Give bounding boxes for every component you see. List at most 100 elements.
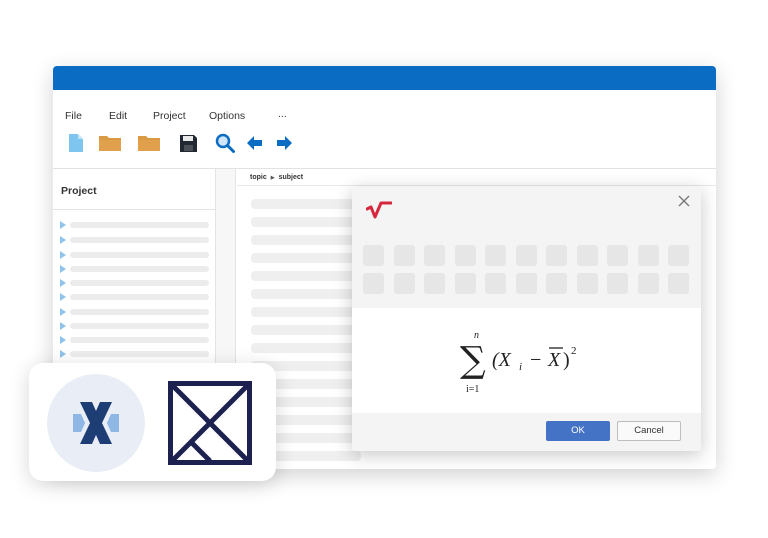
palette-button[interactable]: [576, 245, 598, 266]
formula-exponent: 2: [571, 345, 577, 357]
open-folder-icon: [99, 136, 121, 151]
formula-xbar: X: [547, 349, 561, 371]
palette-button[interactable]: [668, 245, 689, 266]
palette-button[interactable]: [668, 273, 689, 294]
expand-arrow-icon[interactable]: [60, 265, 66, 273]
content-row-placeholder: [251, 289, 361, 299]
palette-button[interactable]: [607, 245, 628, 266]
back-button[interactable]: [246, 132, 264, 154]
breadcrumb-arrow-icon: ▶: [270, 174, 275, 181]
tree-item-placeholder: [70, 309, 209, 315]
tree-item-placeholder: [70, 323, 209, 329]
title-bar[interactable]: [53, 66, 716, 90]
tree-item-placeholder: [70, 351, 209, 357]
save-button[interactable]: [177, 132, 199, 154]
formula-display: n ∑ i=1 (X i − X ) 2: [460, 330, 577, 395]
forward-arrow-icon: [277, 136, 292, 150]
menu-file[interactable]: File: [65, 110, 82, 122]
palette-button[interactable]: [363, 273, 384, 294]
palette-button[interactable]: [637, 273, 659, 294]
content-row-placeholder: [251, 199, 361, 209]
menu-options[interactable]: Options: [209, 110, 245, 122]
tree-item-placeholder: [70, 266, 209, 272]
tree-item-placeholder: [70, 237, 209, 243]
sum-lower-limit: i=1: [466, 384, 479, 395]
sidebar-title: Project: [61, 185, 97, 197]
dialog-header: [352, 186, 701, 308]
search-icon: [215, 133, 235, 153]
back-arrow-icon: [247, 136, 262, 150]
expand-arrow-icon[interactable]: [60, 322, 66, 330]
content-row-placeholder: [251, 235, 361, 245]
palette-button[interactable]: [515, 245, 537, 266]
expand-arrow-icon[interactable]: [60, 293, 66, 301]
close-icon[interactable]: [677, 194, 691, 208]
search-button[interactable]: [214, 132, 236, 154]
x-logo-badge: [47, 374, 145, 472]
tree-item-placeholder: [70, 252, 209, 258]
x-logo-icon: [73, 402, 119, 444]
palette-button[interactable]: [546, 245, 567, 266]
formula-open-term: (X: [492, 349, 512, 371]
tree-item[interactable]: [60, 350, 210, 358]
tree-item[interactable]: [60, 251, 210, 259]
folder-icon: [138, 136, 160, 151]
tree-item[interactable]: [60, 279, 210, 287]
tree-item[interactable]: [60, 221, 210, 229]
content-row-placeholder: [251, 343, 361, 353]
expand-arrow-icon[interactable]: [60, 236, 66, 244]
cancel-button[interactable]: Cancel: [617, 421, 681, 441]
palette-button[interactable]: [485, 245, 506, 266]
formula-subscript: i: [519, 361, 522, 373]
save-icon: [179, 134, 197, 152]
palette-button[interactable]: [546, 273, 567, 294]
brand-card: [29, 363, 276, 481]
ok-button[interactable]: OK: [546, 421, 610, 441]
content-row-placeholder: [251, 271, 361, 281]
tree-item-placeholder: [70, 280, 209, 286]
expand-arrow-icon[interactable]: [60, 350, 66, 358]
tree-item[interactable]: [60, 322, 210, 330]
palette-button[interactable]: [454, 245, 476, 266]
dialog-footer: OK Cancel: [352, 413, 701, 451]
expand-arrow-icon[interactable]: [60, 251, 66, 259]
tree-item[interactable]: [60, 336, 210, 344]
new-file-button[interactable]: [65, 132, 87, 154]
breadcrumb-subject[interactable]: subject: [279, 174, 304, 181]
equation-editor-area[interactable]: n ∑ i=1 (X i − X ) 2: [352, 308, 701, 413]
tree-item-placeholder: [70, 294, 209, 300]
palette-button[interactable]: [485, 273, 506, 294]
palette-button[interactable]: [607, 273, 628, 294]
geometric-logo-icon: [168, 381, 252, 465]
tree-item[interactable]: [60, 308, 210, 316]
breadcrumb: topic ▶ subject: [250, 174, 303, 181]
math-editor-logo: [366, 201, 392, 219]
formula-close-paren: ): [563, 349, 570, 371]
palette-button[interactable]: [393, 273, 415, 294]
expand-arrow-icon[interactable]: [60, 336, 66, 344]
palette-button[interactable]: [393, 245, 415, 266]
tree-item[interactable]: [60, 293, 210, 301]
palette-button[interactable]: [576, 273, 598, 294]
palette-button[interactable]: [454, 273, 476, 294]
palette-button[interactable]: [363, 245, 384, 266]
palette-button[interactable]: [424, 273, 445, 294]
content-row-placeholder: [251, 217, 361, 227]
expand-arrow-icon[interactable]: [60, 279, 66, 287]
menu-edit[interactable]: Edit: [109, 110, 127, 122]
open-folder-button[interactable]: [97, 132, 123, 154]
tree-item-placeholder: [70, 337, 209, 343]
tree-item[interactable]: [60, 236, 210, 244]
forward-button[interactable]: [275, 132, 293, 154]
menu-project[interactable]: Project: [153, 110, 186, 122]
palette-button[interactable]: [424, 245, 445, 266]
breadcrumb-topic[interactable]: topic: [250, 174, 267, 181]
tree-item[interactable]: [60, 265, 210, 273]
menu-more[interactable]: ...: [278, 108, 287, 120]
palette-button[interactable]: [515, 273, 537, 294]
folder-button[interactable]: [136, 132, 162, 154]
palette-button[interactable]: [637, 245, 659, 266]
content-row-placeholder: [251, 325, 361, 335]
expand-arrow-icon[interactable]: [60, 221, 66, 229]
expand-arrow-icon[interactable]: [60, 308, 66, 316]
